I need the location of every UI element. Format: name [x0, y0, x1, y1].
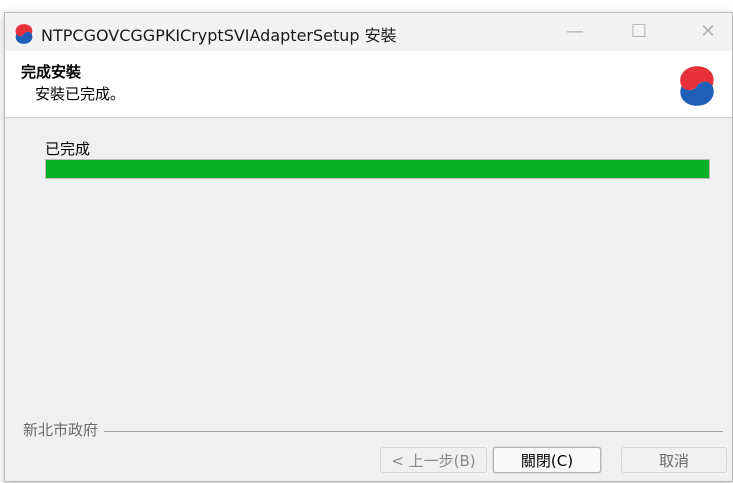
- footer-divider: [23, 431, 723, 432]
- header-title: 完成安裝: [21, 63, 82, 81]
- maximize-button[interactable]: ☐: [616, 13, 662, 51]
- window-title: NTPCGOVCGGPKICryptSVIAdapterSetup 安裝: [41, 26, 397, 45]
- status-label: 已完成: [45, 140, 91, 158]
- progress-fill: [46, 160, 709, 178]
- installer-window: NTPCGOVCGGPKICryptSVIAdapterSetup 安裝 — ☐…: [4, 12, 733, 482]
- close-window-button[interactable]: ✕: [685, 13, 731, 51]
- title-bar[interactable]: NTPCGOVCGGPKICryptSVIAdapterSetup 安裝 — ☐…: [5, 13, 732, 51]
- wizard-header: 完成安裝 安裝已完成。: [5, 51, 732, 118]
- app-logo-icon: [680, 66, 714, 106]
- app-logo-icon: [15, 24, 33, 44]
- branding-label: 新北市政府: [23, 419, 105, 440]
- minimize-button[interactable]: —: [552, 13, 598, 51]
- header-subtitle: 安裝已完成。: [35, 85, 126, 103]
- progress-bar: [45, 159, 710, 179]
- back-button[interactable]: < 上一步(B): [380, 447, 487, 473]
- cancel-button[interactable]: 取消: [621, 447, 727, 473]
- close-button[interactable]: 關閉(C): [493, 447, 601, 473]
